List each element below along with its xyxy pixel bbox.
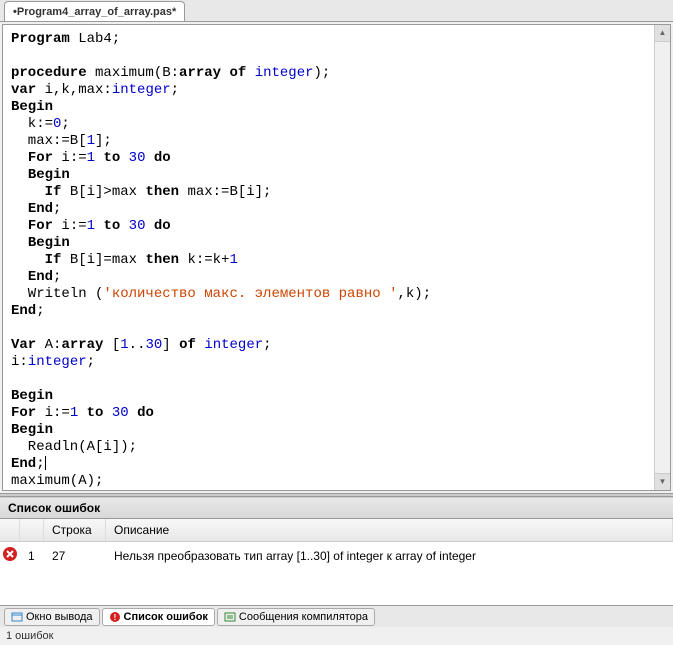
error-line: 27	[44, 547, 106, 565]
tab-bar: •Program4_array_of_array.pas*	[0, 0, 673, 22]
tab-compiler-label: Сообщения компилятора	[239, 611, 368, 623]
tab-output[interactable]: Окно вывода	[4, 608, 100, 626]
bottom-tabs: Окно вывода ! Список ошибок Сообщения ко…	[0, 605, 673, 627]
header-desc[interactable]: Описание	[106, 519, 673, 541]
tab-errors-label: Список ошибок	[124, 611, 208, 623]
error-icon	[2, 546, 18, 565]
error-table-header: Строка Описание	[0, 519, 673, 542]
status-bar: 1 ошибок	[0, 627, 673, 645]
svg-text:!: !	[113, 613, 116, 622]
error-desc: Нельзя преобразовать тип array [1..30] o…	[106, 547, 673, 565]
error-panel-title: Список ошибок	[0, 497, 673, 519]
tab-output-label: Окно вывода	[26, 611, 93, 623]
code-editor[interactable]: Program Lab4; procedure maximum(B:array …	[2, 24, 671, 491]
file-tab[interactable]: •Program4_array_of_array.pas*	[4, 1, 185, 21]
errors-icon: !	[109, 611, 121, 623]
error-table: Строка Описание 1 27 Нельзя преобразоват…	[0, 519, 673, 605]
tab-compiler[interactable]: Сообщения компилятора	[217, 608, 375, 626]
error-num: 1	[20, 547, 44, 565]
error-row[interactable]: 1 27 Нельзя преобразовать тип array [1..…	[0, 542, 673, 569]
bottom-panel: Список ошибок Строка Описание 1 27 Нельз…	[0, 497, 673, 627]
tab-errors[interactable]: ! Список ошибок	[102, 608, 215, 626]
header-line[interactable]: Строка	[44, 519, 106, 541]
vertical-scrollbar[interactable]	[654, 25, 670, 490]
output-icon	[11, 611, 23, 623]
compiler-icon	[224, 611, 236, 623]
